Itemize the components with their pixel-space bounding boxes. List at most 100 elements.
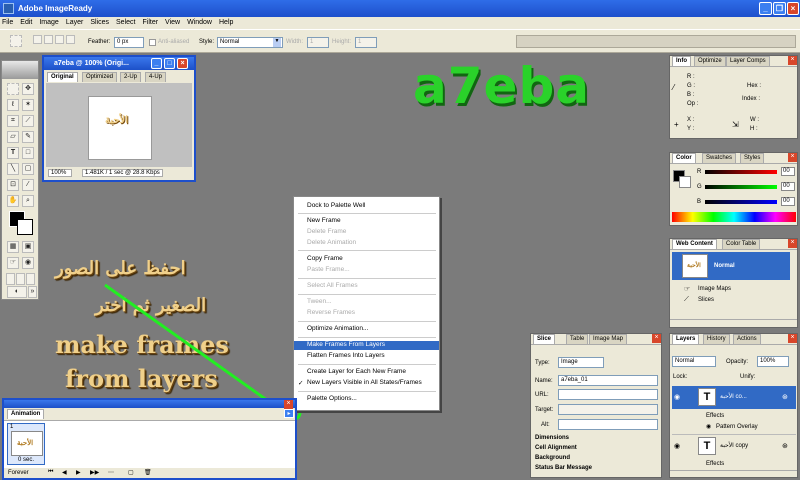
rect-marquee-tool-icon[interactable] [7, 83, 19, 95]
slice-name-input[interactable]: a7eba_01 [558, 375, 658, 386]
rollover-preview-icon[interactable]: ☞ [7, 257, 19, 269]
preview-document-icon[interactable]: ◉ [22, 257, 34, 269]
visibility-eye-icon[interactable]: ◉ [674, 393, 680, 401]
style-select[interactable]: Normal ▼ [217, 37, 283, 48]
animation-close-icon[interactable]: × [284, 400, 293, 409]
frame-delay[interactable]: 0 sec. [18, 457, 34, 463]
doc-close-button[interactable]: × [177, 58, 188, 69]
bg-color-swatch[interactable] [679, 176, 691, 188]
toggle-image-map-icon[interactable]: ▣ [22, 241, 34, 253]
tab-actions[interactable]: Actions [733, 334, 761, 344]
web-content-close-icon[interactable]: × [788, 239, 797, 248]
blue-slider[interactable] [705, 200, 777, 204]
tab-layers[interactable]: Layers [672, 334, 700, 344]
antialiased-checkbox[interactable] [149, 39, 156, 46]
marquee-tool-icon[interactable] [10, 35, 22, 47]
zoom-tool-icon[interactable]: ⌕ [22, 195, 34, 207]
menu-item-palette-options[interactable]: Palette Options... [307, 395, 357, 404]
new-selection-icon[interactable] [33, 35, 42, 44]
add-selection-icon[interactable] [44, 35, 53, 44]
lasso-tool-icon[interactable]: ℓ [7, 99, 19, 111]
menu-filter[interactable]: Filter [142, 19, 158, 26]
eraser-tool-icon[interactable]: ▱ [7, 131, 19, 143]
tab-info[interactable]: Info [672, 56, 691, 66]
tab-animation[interactable]: Animation [7, 409, 45, 419]
screen-mode-full-icon[interactable] [26, 273, 35, 285]
slice-tool-icon[interactable]: ⟋ [22, 115, 34, 127]
menu-edit[interactable]: Edit [20, 19, 32, 26]
rounded-rect-tool-icon[interactable]: ▢ [22, 163, 34, 175]
menu-item-new-layers-visible[interactable]: New Layers Visible in All States/Frames [307, 379, 422, 388]
menu-item-copy-frame[interactable]: Copy Frame [307, 255, 343, 264]
tab-optimize[interactable]: Optimize [694, 56, 726, 66]
screen-mode-full-menu-icon[interactable] [16, 273, 25, 285]
red-value[interactable]: 00 [781, 167, 795, 176]
menu-image[interactable]: Image [39, 19, 58, 26]
color-spectrum-ramp[interactable] [672, 212, 796, 222]
tab-swatches[interactable]: Swatches [702, 153, 737, 163]
tab-history[interactable]: History [703, 334, 730, 344]
tab-optimized[interactable]: Optimized [82, 72, 118, 82]
crop-tool-icon[interactable]: ⌗ [7, 115, 19, 127]
green-value[interactable]: 00 [781, 182, 795, 191]
menu-window[interactable]: Window [187, 19, 212, 26]
line-tool-icon[interactable]: ╲ [7, 163, 19, 175]
delete-frame-icon[interactable]: 🗑 [144, 469, 152, 476]
minimize-button[interactable]: _ [759, 2, 772, 15]
width-input[interactable]: 1 [307, 37, 329, 48]
slice-alt-input[interactable] [558, 419, 658, 430]
section-background[interactable]: Background [535, 455, 570, 461]
menu-item-new-frame[interactable]: New Frame [307, 217, 341, 226]
visibility-eye-icon[interactable]: ◉ [674, 442, 680, 450]
layer-row[interactable]: ◉ T الأحبة copy ⊛ [672, 434, 796, 457]
info-close-icon[interactable]: × [788, 56, 797, 65]
tab-slice[interactable]: Slice [533, 334, 556, 344]
type-tool-icon[interactable]: T [7, 147, 19, 159]
first-frame-icon[interactable]: ⏮ [48, 469, 53, 476]
section-cell-alignment[interactable]: Cell Alignment [535, 445, 577, 451]
slice-target-input[interactable] [558, 404, 658, 415]
menu-item-dock-to-palette-well[interactable]: Dock to Palette Well [307, 202, 365, 211]
feather-input[interactable]: 0 px [114, 37, 144, 48]
tween-icon[interactable]: ⋯ [108, 469, 114, 476]
next-frame-icon[interactable]: ▶▶ [90, 469, 99, 476]
slice-url-input[interactable] [558, 389, 658, 400]
layers-close-icon[interactable]: × [788, 334, 797, 343]
canvas-image[interactable]: الأحبة [88, 96, 152, 160]
blend-mode-select[interactable]: Normal [672, 356, 716, 367]
height-input[interactable]: 1 [355, 37, 377, 48]
toggle-slice-visibility-icon[interactable]: ▦ [7, 241, 19, 253]
move-tool-icon[interactable]: ✥ [22, 83, 34, 95]
hand-tool-icon[interactable]: ✋ [7, 195, 19, 207]
tab-image-map[interactable]: Image Map [589, 334, 628, 344]
tab-original[interactable]: Original [47, 72, 78, 82]
tab-table[interactable]: Table [566, 334, 589, 344]
layer-row[interactable]: ◉ T الأحبة co... ⊛ [672, 386, 796, 409]
effect-eye-icon[interactable]: ◉ [706, 423, 711, 430]
opacity-input[interactable]: 100% [757, 356, 789, 367]
tab-color[interactable]: Color [672, 153, 696, 163]
background-color-swatch[interactable] [17, 219, 33, 235]
magic-wand-tool-icon[interactable]: ✶ [22, 99, 34, 111]
menu-view[interactable]: View [165, 19, 180, 26]
tab-layer-comps[interactable]: Layer Comps [726, 56, 770, 66]
doc-minimize-button[interactable]: _ [151, 58, 162, 69]
slice-close-icon[interactable]: × [652, 334, 661, 343]
palette-menu-arrow-icon[interactable]: ▸ [284, 409, 294, 418]
section-status-bar-message[interactable]: Status Bar Message [535, 465, 592, 471]
subtract-selection-icon[interactable] [55, 35, 64, 44]
zoom-level[interactable]: 100% [48, 169, 72, 177]
tab-color-table[interactable]: Color Table [722, 239, 761, 249]
menu-help[interactable]: Help [219, 19, 233, 26]
menu-item-create-layer-each-frame[interactable]: Create Layer for Each New Frame [307, 368, 406, 377]
shape-tool-icon[interactable]: □ [22, 147, 34, 159]
slice-type-select[interactable]: Image [558, 357, 604, 368]
preview-in-browser-icon[interactable]: ◐ [7, 286, 27, 298]
loop-select[interactable]: Forever [8, 470, 29, 476]
menu-item-optimize-animation[interactable]: Optimize Animation... [307, 325, 368, 334]
tab-4up[interactable]: 4-Up [145, 72, 167, 82]
web-content-item-normal[interactable]: الأحبة Normal [672, 252, 790, 280]
tab-web-content[interactable]: Web Content [672, 239, 717, 249]
menu-layer[interactable]: Layer [66, 19, 84, 26]
image-maps-label[interactable]: Image Maps [698, 286, 731, 292]
